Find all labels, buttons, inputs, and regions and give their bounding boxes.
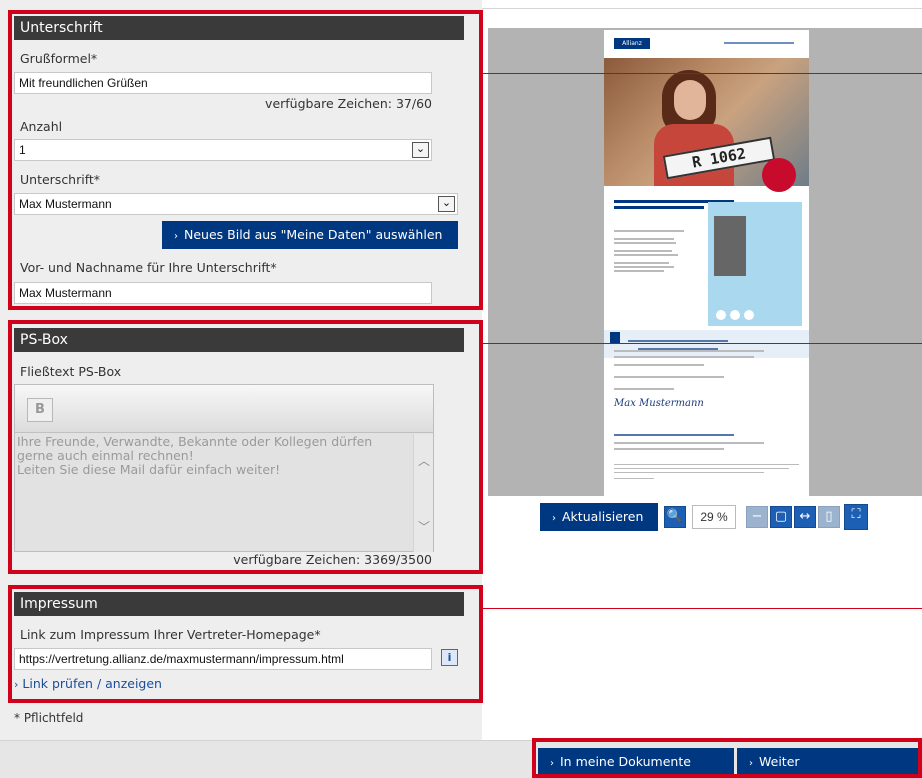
pointer-line — [483, 608, 922, 609]
fullscreen-icon[interactable]: ⛶ — [844, 504, 868, 530]
section-header-impressum: Impressum — [14, 592, 464, 616]
unterschrift-label: Unterschrift* — [20, 172, 101, 187]
email-preview-document: Allianz R 1062 Max Mustermann — [604, 30, 809, 496]
psbox-editor[interactable]: B Ihre Freunde, Verwandte, Bekannte oder… — [14, 384, 434, 552]
contact-card — [708, 202, 802, 326]
new-image-button-label: Neues Bild aus "Meine Daten" auswählen — [184, 227, 443, 242]
editor-scrollbar[interactable]: ︿ ﹀ — [413, 434, 433, 552]
name-label: Vor- und Nachname für Ihre Unterschrift* — [20, 260, 277, 275]
impressum-link-label: Link zum Impressum Ihrer Vertreter-Homep… — [20, 627, 321, 642]
name-input[interactable]: Max Mustermann — [14, 282, 432, 304]
chevron-right-icon: › — [552, 513, 556, 524]
chevron-right-icon: › — [749, 758, 753, 769]
check-link-label: Link prüfen / anzeigen — [22, 676, 162, 691]
psbox-textarea[interactable]: Ihre Freunde, Verwandte, Bekannte oder K… — [17, 435, 413, 477]
social-dot — [730, 310, 740, 320]
chevron-down-icon[interactable]: ⌄ — [438, 196, 455, 212]
hero-face — [674, 80, 706, 120]
psbox-counter: verfügbare Zeichen: 3369/3500 — [233, 552, 432, 567]
avatar — [714, 216, 746, 276]
chevron-down-icon[interactable]: ⌄ — [412, 142, 429, 158]
section-header-unterschrift: Unterschrift — [14, 16, 464, 40]
anzahl-value: 1 — [19, 143, 26, 157]
chevron-down-icon[interactable]: ﹀ — [418, 518, 430, 535]
divider — [482, 8, 922, 9]
chevron-right-icon: › — [14, 678, 19, 691]
next-button-label: Weiter — [759, 754, 800, 769]
chevron-up-icon[interactable]: ︿ — [418, 452, 430, 469]
grussformel-counter: verfügbare Zeichen: 37/60 — [265, 96, 432, 111]
save-to-documents-button[interactable]: › In meine Dokumente — [538, 748, 734, 776]
fit-height-icon[interactable]: ▯ — [818, 506, 840, 528]
anzahl-select[interactable]: 1 ⌄ — [14, 139, 432, 161]
allianz-logo: Allianz — [614, 38, 650, 49]
psbox-line: Ihre Freunde, Verwandte, Bekannte oder K… — [17, 434, 373, 449]
zoom-in-icon[interactable]: 🔍 — [664, 506, 686, 528]
chevron-right-icon: › — [174, 231, 178, 242]
save-to-documents-label: In meine Dokumente — [560, 754, 691, 769]
required-footnote: * Pflichtfeld — [14, 711, 84, 725]
zoom-level-field[interactable]: 29 % — [692, 505, 736, 529]
grussformel-label: Grußformel* — [20, 51, 98, 66]
social-dot — [744, 310, 754, 320]
unterschrift-select[interactable]: Max Mustermann ⌄ — [14, 193, 458, 215]
pointer-line — [483, 343, 922, 344]
chevron-right-icon: › — [550, 758, 554, 769]
badge-circle — [762, 158, 796, 192]
psbox-line: gerne auch einmal rechnen! — [17, 448, 194, 463]
refresh-button-label: Aktualisieren — [562, 509, 644, 524]
psbox-line: Leiten Sie diese Mail dafür einfach weit… — [17, 462, 281, 477]
zoom-out-icon[interactable]: − — [746, 506, 768, 528]
info-icon[interactable]: i — [441, 649, 458, 666]
new-image-button[interactable]: › Neues Bild aus "Meine Daten" auswählen — [162, 221, 458, 249]
check-link[interactable]: › Link prüfen / anzeigen — [14, 676, 162, 691]
refresh-button[interactable]: › Aktualisieren — [540, 503, 658, 531]
pointer-line — [483, 73, 922, 74]
fit-width-icon[interactable]: ↔ — [794, 506, 816, 528]
editor-toolbar: B — [15, 385, 433, 433]
grussformel-input[interactable]: Mit freundlichen Grüßen — [14, 72, 432, 94]
signature-image: Max Mustermann — [614, 398, 704, 409]
social-dot — [716, 310, 726, 320]
impressum-link-input[interactable]: https://vertretung.allianz.de/maxmusterm… — [14, 648, 432, 670]
zoom-fit-page-icon[interactable]: ▢ — [770, 506, 792, 528]
next-button[interactable]: › Weiter — [737, 748, 922, 776]
unterschrift-value: Max Mustermann — [19, 197, 112, 211]
section-header-psbox: PS-Box — [14, 328, 464, 352]
psbox-text-label: Fließtext PS-Box — [20, 364, 122, 379]
anzahl-label: Anzahl — [20, 119, 63, 134]
bold-button[interactable]: B — [27, 398, 53, 422]
ps-band — [604, 330, 809, 358]
